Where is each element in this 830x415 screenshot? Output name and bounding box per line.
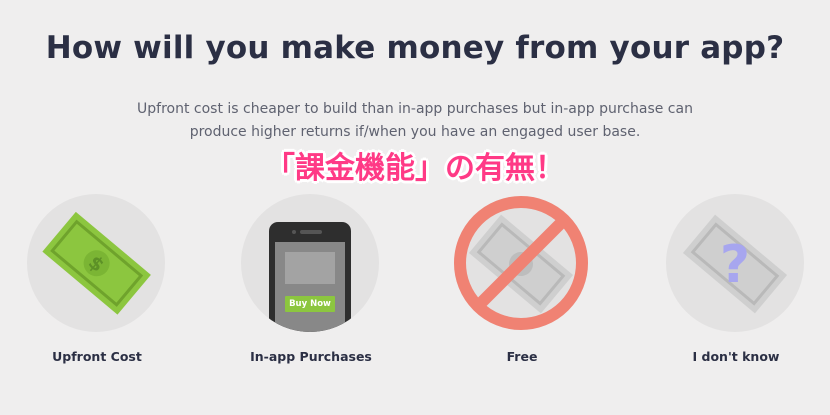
question-money-icon: ? bbox=[682, 214, 788, 314]
option-in-app-purchases[interactable]: Buy Now In-app Purchases bbox=[231, 194, 391, 374]
option-circle: $ bbox=[27, 194, 165, 332]
option-free[interactable]: Free bbox=[442, 194, 602, 374]
page-title: How will you make money from your app? bbox=[45, 30, 785, 66]
option-circle: Buy Now bbox=[241, 194, 379, 332]
option-upfront-cost[interactable]: $ Upfront Cost bbox=[17, 194, 177, 374]
overlay-annotation: 「課金機能」の有無！ bbox=[265, 151, 565, 186]
no-money-icon bbox=[454, 196, 588, 330]
money-bill-icon: $ bbox=[42, 211, 151, 315]
option-circle bbox=[452, 194, 590, 332]
buy-now-button[interactable]: Buy Now bbox=[285, 296, 335, 312]
option-circle: ? bbox=[666, 194, 804, 332]
option-label: I don't know bbox=[692, 349, 780, 364]
option-i-dont-know[interactable]: ? I don't know bbox=[656, 194, 816, 374]
svg-text:?: ? bbox=[720, 235, 750, 295]
option-label: Upfront Cost bbox=[52, 349, 142, 364]
option-label: Free bbox=[506, 349, 538, 364]
option-label: In-app Purchases bbox=[250, 349, 372, 364]
page-subtitle: Upfront cost is cheaper to build than in… bbox=[137, 101, 693, 140]
